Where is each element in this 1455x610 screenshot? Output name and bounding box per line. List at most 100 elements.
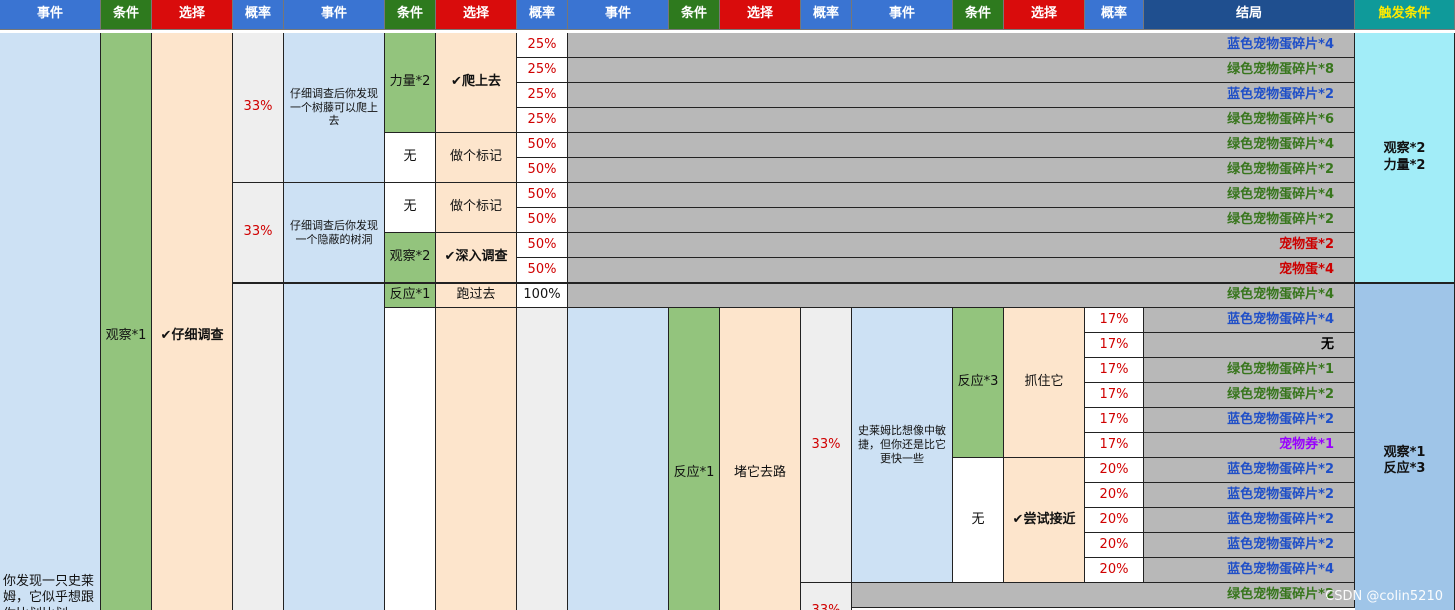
probability-cell[interactable]: 25% bbox=[517, 108, 568, 133]
branch-c-cond-block[interactable]: 反应*1 bbox=[669, 308, 720, 610]
result-row[interactable]: 蓝色宠物蛋碎片*4 bbox=[568, 33, 1355, 58]
column-header[interactable]: 选择 bbox=[152, 0, 233, 30]
branch-b-choice-1[interactable]: 做个标记 bbox=[436, 183, 517, 233]
spreadsheet: 事件 条件 选择 概率 事件 条件 选择 概率 事件 条件 选择 概率 事件 条件 选择 概率 结局 触发条件 你发… bbox=[0, 0, 1455, 610]
result-row[interactable]: 蓝色宠物蛋碎片*2 bbox=[1144, 458, 1355, 483]
branch-c-choice-empty[interactable] bbox=[436, 308, 517, 610]
branch-b-choice-2[interactable]: ✔深入调查 bbox=[436, 233, 517, 283]
probability-cell[interactable]: 17% bbox=[1085, 433, 1144, 458]
column-header[interactable]: 事件 bbox=[568, 0, 669, 30]
branch-a-cond-2[interactable]: 无 bbox=[385, 133, 436, 183]
column-header[interactable]: 事件 bbox=[284, 0, 385, 30]
probability-cell[interactable]: 50% bbox=[517, 133, 568, 158]
column-header[interactable]: 条件 bbox=[669, 0, 720, 30]
probability-cell[interactable]: 25% bbox=[517, 58, 568, 83]
branch-b-cond-2[interactable]: 观察*2 bbox=[385, 233, 436, 283]
result-row[interactable]: 无 bbox=[1144, 333, 1355, 358]
result-row[interactable]: 蓝色宠物蛋碎片*2 bbox=[1144, 533, 1355, 558]
probability-cell[interactable]: 17% bbox=[1085, 408, 1144, 433]
branch-c-choice-block[interactable]: 堵它去路 bbox=[720, 308, 801, 610]
probability-cell[interactable]: 50% bbox=[517, 183, 568, 208]
branch-a-prob[interactable]: 33% bbox=[233, 33, 284, 183]
result-row[interactable]: 蓝色宠物蛋碎片*4 bbox=[1144, 308, 1355, 333]
result-row[interactable]: 宠物蛋*4 bbox=[568, 258, 1355, 283]
branch-c-cond-empty[interactable] bbox=[385, 308, 436, 610]
column-header[interactable]: 概率 bbox=[517, 0, 568, 30]
column-header[interactable]: 条件 bbox=[385, 0, 436, 30]
probability-cell[interactable]: 17% bbox=[1085, 333, 1144, 358]
result-row[interactable]: 绿色宠物蛋碎片*6 bbox=[568, 108, 1355, 133]
watermark: CSDN @colin5210 bbox=[1325, 589, 1443, 604]
branch-c-event2-empty[interactable] bbox=[568, 308, 669, 610]
branch-c-event-empty[interactable] bbox=[284, 283, 385, 610]
probability-cell[interactable]: 17% bbox=[1085, 308, 1144, 333]
column-header[interactable]: 概率 bbox=[1085, 0, 1144, 30]
probability-cell[interactable]: 20% bbox=[1085, 508, 1144, 533]
result-row[interactable]: 宠物券*1 bbox=[1144, 433, 1355, 458]
result-row[interactable]: 绿色宠物蛋碎片*8 bbox=[568, 58, 1355, 83]
result-row[interactable]: 绿色宠物蛋碎片*2 bbox=[568, 208, 1355, 233]
column-header[interactable]: 结局 bbox=[1144, 0, 1355, 30]
column-header[interactable]: 条件 bbox=[953, 0, 1004, 30]
result-row[interactable]: 绿色宠物蛋碎片*4 bbox=[568, 183, 1355, 208]
column-header[interactable]: 选择 bbox=[436, 0, 517, 30]
result-row[interactable]: 绿色宠物蛋碎片*4 bbox=[568, 133, 1355, 158]
branch-c-prob-last[interactable]: 33% bbox=[801, 583, 852, 610]
main-condition-cell[interactable]: 观察*1 bbox=[101, 33, 152, 610]
branch-c-choice-approach[interactable]: ✔尝试接近 bbox=[1004, 458, 1085, 583]
probability-cell[interactable]: 25% bbox=[517, 83, 568, 108]
probability-cell[interactable]: 50% bbox=[517, 208, 568, 233]
probability-cell[interactable]: 20% bbox=[1085, 458, 1144, 483]
branch-c-prob-block[interactable]: 33% bbox=[801, 308, 852, 583]
column-header[interactable]: 概率 bbox=[801, 0, 852, 30]
branch-b-cond-1[interactable]: 无 bbox=[385, 183, 436, 233]
probability-cell[interactable]: 20% bbox=[1085, 558, 1144, 583]
branch-c-choice-catch[interactable]: 抓住它 bbox=[1004, 308, 1085, 458]
probability-cell[interactable]: 50% bbox=[517, 258, 568, 283]
branch-a-event[interactable]: 仔细调查后你发现一个树藤可以爬上去 bbox=[284, 33, 385, 183]
result-row[interactable]: 绿色宠物蛋碎片*4 bbox=[568, 283, 1355, 308]
branch-c-prob-empty-2[interactable] bbox=[517, 308, 568, 610]
probability-cell[interactable]: 50% bbox=[517, 233, 568, 258]
branch-c-cond-run[interactable]: 反应*1 bbox=[385, 283, 436, 308]
probability-cell[interactable]: 17% bbox=[1085, 383, 1144, 408]
result-row[interactable]: 绿色宠物蛋碎片*2 bbox=[852, 583, 1355, 608]
branch-divider bbox=[233, 282, 1455, 284]
probability-cell[interactable]: 20% bbox=[1085, 533, 1144, 558]
branch-c-choice-run[interactable]: 跑过去 bbox=[436, 283, 517, 308]
branch-c-cond-approach[interactable]: 无 bbox=[953, 458, 1004, 583]
result-row[interactable]: 蓝色宠物蛋碎片*2 bbox=[1144, 483, 1355, 508]
result-row[interactable]: 宠物蛋*2 bbox=[568, 233, 1355, 258]
result-row[interactable]: 蓝色宠物蛋碎片*2 bbox=[568, 83, 1355, 108]
column-header[interactable]: 选择 bbox=[720, 0, 801, 30]
branch-a-choice-1[interactable]: ✔爬上去 bbox=[436, 33, 517, 133]
result-row[interactable]: 绿色宠物蛋碎片*1 bbox=[1144, 358, 1355, 383]
result-row[interactable]: 绿色宠物蛋碎片*2 bbox=[568, 158, 1355, 183]
trigger-cell-a[interactable]: 观察*2 力量*2 bbox=[1355, 33, 1455, 283]
column-header[interactable]: 选择 bbox=[1004, 0, 1085, 30]
trigger-cell-c[interactable]: 观察*1 反应*3 bbox=[1355, 283, 1455, 610]
column-header[interactable]: 事件 bbox=[0, 0, 101, 30]
probability-cell[interactable]: 20% bbox=[1085, 483, 1144, 508]
branch-c-event-2[interactable]: 史莱姆比想像中敏捷，但你还是比它更快一些 bbox=[852, 308, 953, 583]
column-header[interactable]: 概率 bbox=[233, 0, 284, 30]
branch-a-cond-1[interactable]: 力量*2 bbox=[385, 33, 436, 133]
result-row[interactable]: 绿色宠物蛋碎片*2 bbox=[1144, 383, 1355, 408]
result-row[interactable]: 蓝色宠物蛋碎片*2 bbox=[1144, 508, 1355, 533]
result-row[interactable]: 蓝色宠物蛋碎片*4 bbox=[1144, 558, 1355, 583]
column-header[interactable]: 条件 bbox=[101, 0, 152, 30]
branch-a-choice-2[interactable]: 做个标记 bbox=[436, 133, 517, 183]
main-event-cell[interactable]: 你发现一只史莱姆，它似乎想跟你比划比划，一直在挑衅 bbox=[0, 33, 101, 610]
probability-cell[interactable]: 50% bbox=[517, 158, 568, 183]
probability-cell[interactable]: 25% bbox=[517, 33, 568, 58]
branch-b-prob[interactable]: 33% bbox=[233, 183, 284, 283]
result-row[interactable]: 蓝色宠物蛋碎片*2 bbox=[1144, 408, 1355, 433]
branch-c-prob-run[interactable]: 100% bbox=[517, 283, 568, 308]
column-header[interactable]: 事件 bbox=[852, 0, 953, 30]
branch-c-prob-empty[interactable] bbox=[233, 283, 284, 610]
main-choice-cell[interactable]: ✔仔细调查 bbox=[152, 33, 233, 610]
column-header[interactable]: 触发条件 bbox=[1355, 0, 1455, 30]
branch-b-event[interactable]: 仔细调查后你发现一个隐蔽的树洞 bbox=[284, 183, 385, 283]
probability-cell[interactable]: 17% bbox=[1085, 358, 1144, 383]
branch-c-cond-catch[interactable]: 反应*3 bbox=[953, 308, 1004, 458]
